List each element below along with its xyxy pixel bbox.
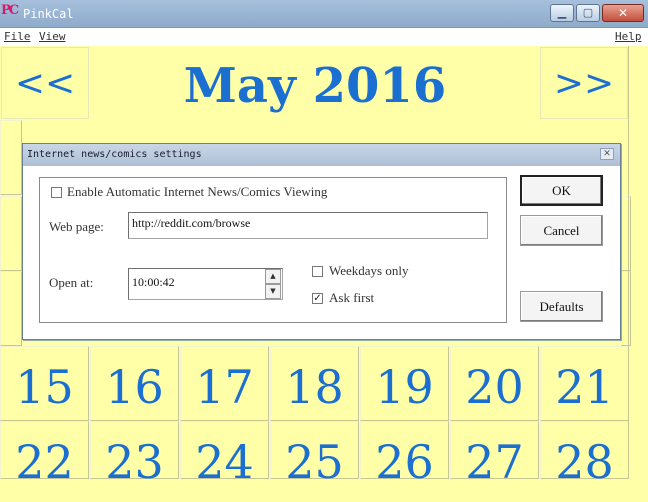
- calendar-day-cell[interactable]: 27: [450, 421, 539, 489]
- menu-view[interactable]: View: [39, 30, 66, 43]
- dialog-close-button[interactable]: ✕: [600, 148, 614, 160]
- day-number: 19: [375, 360, 434, 414]
- dialog-title: Internet news/comics settings: [27, 149, 202, 160]
- menu-file[interactable]: File: [4, 30, 31, 43]
- day-number: 25: [285, 435, 344, 489]
- next-month-button[interactable]: >>: [540, 47, 628, 119]
- defaults-button[interactable]: Defaults: [520, 291, 603, 322]
- close-button[interactable]: ✕: [602, 4, 644, 22]
- calendar-day-cell[interactable]: 25: [270, 421, 359, 489]
- calendar-day-cell[interactable]: 23: [90, 421, 179, 489]
- calendar-day-cell[interactable]: 20: [450, 346, 539, 421]
- calendar-cell[interactable]: [621, 196, 631, 271]
- web-page-input[interactable]: http://reddit.com/browse: [128, 212, 488, 239]
- maximize-button[interactable]: ▢: [576, 4, 600, 22]
- calendar-day-cell[interactable]: 15: [0, 346, 89, 421]
- calendar-day-cell[interactable]: 18: [270, 346, 359, 421]
- day-number: 21: [555, 360, 614, 414]
- day-number: 16: [105, 360, 164, 414]
- calendar-day-cell[interactable]: 17: [180, 346, 269, 421]
- day-number: 27: [465, 435, 524, 489]
- calendar-day-cell[interactable]: 26: [360, 421, 449, 489]
- day-number: 22: [15, 435, 74, 489]
- menu-bar: File View Help: [0, 28, 648, 46]
- enable-viewing-checkbox[interactable]: [51, 187, 62, 198]
- weekdays-only-checkbox[interactable]: [312, 266, 323, 277]
- day-number: 23: [105, 435, 164, 489]
- calendar-cell[interactable]: [0, 120, 22, 195]
- calendar-day-cell[interactable]: 21: [540, 346, 629, 421]
- settings-dialog: Internet news/comics settings ✕ Enable A…: [22, 143, 621, 340]
- menu-help[interactable]: Help: [615, 30, 642, 43]
- open-at-label: Open at:: [49, 275, 94, 290]
- day-number: 17: [195, 360, 254, 414]
- checkmark-icon: ✓: [313, 293, 322, 304]
- web-page-value: http://reddit.com/browse: [132, 216, 251, 230]
- app-icon: PC: [1, 3, 19, 18]
- calendar-header: << May 2016 >>: [0, 46, 648, 120]
- calendar-cell[interactable]: [0, 196, 22, 271]
- day-number: 18: [285, 360, 344, 414]
- weekdays-only-label[interactable]: Weekdays only: [329, 263, 408, 279]
- month-title: May 2016: [183, 58, 447, 114]
- ask-first-checkbox[interactable]: ✓: [312, 293, 323, 304]
- open-at-time-input[interactable]: 10:00:42: [128, 268, 283, 300]
- day-number: 26: [375, 435, 434, 489]
- window-titlebar[interactable]: PC PinkCal ▁ ▢ ✕: [0, 0, 648, 28]
- open-at-value: 10:00:42: [132, 275, 175, 289]
- web-page-label: Web page:: [49, 219, 104, 234]
- calendar-day-cell[interactable]: 16: [90, 346, 179, 421]
- calendar-day-cell[interactable]: 19: [360, 346, 449, 421]
- calendar-cell[interactable]: [621, 271, 631, 346]
- ok-button[interactable]: OK: [520, 175, 603, 206]
- day-number: 20: [465, 360, 524, 414]
- calendar-cell[interactable]: [0, 271, 22, 346]
- calendar-day-cell[interactable]: 28: [540, 421, 629, 489]
- ask-first-label[interactable]: Ask first: [329, 290, 374, 306]
- day-number: 24: [195, 435, 254, 489]
- spin-down-icon[interactable]: ▼: [265, 284, 281, 299]
- grid-line: [628, 46, 629, 479]
- settings-group: Enable Automatic Internet News/Comics Vi…: [39, 177, 507, 323]
- day-number: 15: [15, 360, 74, 414]
- spin-up-icon[interactable]: ▲: [265, 269, 281, 284]
- minimize-button[interactable]: ▁: [550, 4, 574, 22]
- calendar-day-cell[interactable]: 24: [180, 421, 269, 489]
- prev-month-button[interactable]: <<: [1, 47, 89, 119]
- dialog-titlebar[interactable]: Internet news/comics settings ✕: [23, 144, 620, 166]
- window-title: PinkCal: [23, 7, 74, 21]
- calendar-day-cell[interactable]: 22: [0, 421, 89, 489]
- day-number: 28: [555, 435, 614, 489]
- cancel-button[interactable]: Cancel: [520, 215, 603, 246]
- enable-viewing-label[interactable]: Enable Automatic Internet News/Comics Vi…: [67, 184, 327, 200]
